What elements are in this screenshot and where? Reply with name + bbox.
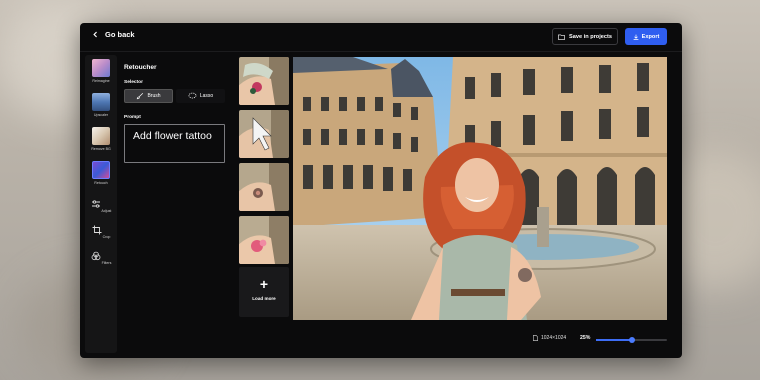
tools-rail: Reimagine Upscaler Remove BG Retouch Adj… bbox=[85, 55, 117, 353]
load-more-button[interactable]: + Load more bbox=[239, 267, 289, 317]
lasso-tool-button[interactable]: Lasso bbox=[176, 89, 225, 103]
save-label: Save in projects bbox=[569, 33, 612, 40]
brush-label: Brush bbox=[147, 93, 161, 99]
prompt-label: Prompt bbox=[124, 115, 141, 120]
panel-title: Retoucher bbox=[124, 64, 157, 71]
brush-tool-button[interactable]: Brush bbox=[124, 89, 173, 103]
zoom-slider-fill bbox=[596, 339, 632, 341]
rail-item-retouch[interactable]: Retouch bbox=[85, 161, 117, 185]
image-size-readout: 1024×1024 bbox=[533, 335, 566, 341]
prompt-input[interactable]: Add flower tattoo bbox=[124, 124, 225, 163]
lasso-label: Lasso bbox=[199, 93, 214, 99]
selector-label: Selector bbox=[124, 80, 143, 85]
reimagine-thumb bbox=[92, 59, 110, 77]
load-more-label: Load more bbox=[252, 296, 276, 301]
go-back-label: Go back bbox=[105, 30, 135, 39]
rail-label: Adjust bbox=[101, 209, 112, 213]
brush-icon bbox=[137, 92, 144, 100]
chevron-left-icon bbox=[93, 31, 97, 38]
crop-icon bbox=[92, 225, 102, 235]
rail-item-upscaler[interactable]: Upscaler bbox=[85, 93, 117, 117]
folder-icon bbox=[558, 34, 566, 40]
filters-icon bbox=[91, 251, 100, 261]
go-back-button[interactable]: Go back bbox=[92, 30, 135, 39]
rail-item-filters[interactable]: Filters bbox=[85, 251, 117, 265]
zoom-level: 25% bbox=[580, 335, 591, 341]
sliders-icon bbox=[91, 200, 100, 208]
export-button[interactable]: Export bbox=[625, 28, 667, 45]
rail-label: Crop bbox=[102, 235, 111, 239]
rail-item-reimagine[interactable]: Reimagine bbox=[85, 59, 117, 83]
variation-thumb[interactable] bbox=[239, 216, 289, 264]
upscaler-thumb bbox=[92, 93, 110, 111]
editor-window: Go back Save in projects Export Reimagin… bbox=[80, 23, 682, 358]
zoom-slider-handle[interactable] bbox=[628, 337, 635, 343]
variation-thumb[interactable] bbox=[239, 110, 289, 158]
image-canvas[interactable] bbox=[293, 57, 667, 320]
image-size: 1024×1024 bbox=[541, 335, 567, 341]
plus-icon: + bbox=[259, 276, 269, 292]
rail-label: Reimagine bbox=[92, 79, 110, 83]
variation-thumb[interactable] bbox=[239, 57, 289, 105]
remove-bg-thumb bbox=[92, 127, 110, 145]
file-icon bbox=[533, 335, 538, 341]
rail-item-crop[interactable]: Crop bbox=[85, 225, 117, 239]
rail-label: Retouch bbox=[94, 181, 108, 185]
retoucher-panel: Retoucher Selector Brush Lasso Prompt Ad… bbox=[124, 55, 234, 353]
variation-thumb[interactable] bbox=[239, 163, 289, 211]
download-icon bbox=[633, 34, 639, 40]
top-bar: Go back Save in projects Export bbox=[80, 23, 682, 52]
retouch-thumb bbox=[92, 161, 110, 179]
export-label: Export bbox=[641, 33, 660, 40]
zoom-slider[interactable] bbox=[596, 337, 667, 343]
rail-label: Filters bbox=[101, 261, 112, 265]
edited-photo bbox=[293, 57, 667, 320]
save-in-projects-button[interactable]: Save in projects bbox=[552, 28, 618, 45]
lasso-icon bbox=[188, 92, 197, 99]
rail-label: Upscaler bbox=[93, 113, 109, 117]
rail-label: Remove BG bbox=[91, 147, 111, 151]
rail-item-adjust[interactable]: Adjust bbox=[85, 199, 117, 213]
rail-item-remove-bg[interactable]: Remove BG bbox=[85, 127, 117, 151]
